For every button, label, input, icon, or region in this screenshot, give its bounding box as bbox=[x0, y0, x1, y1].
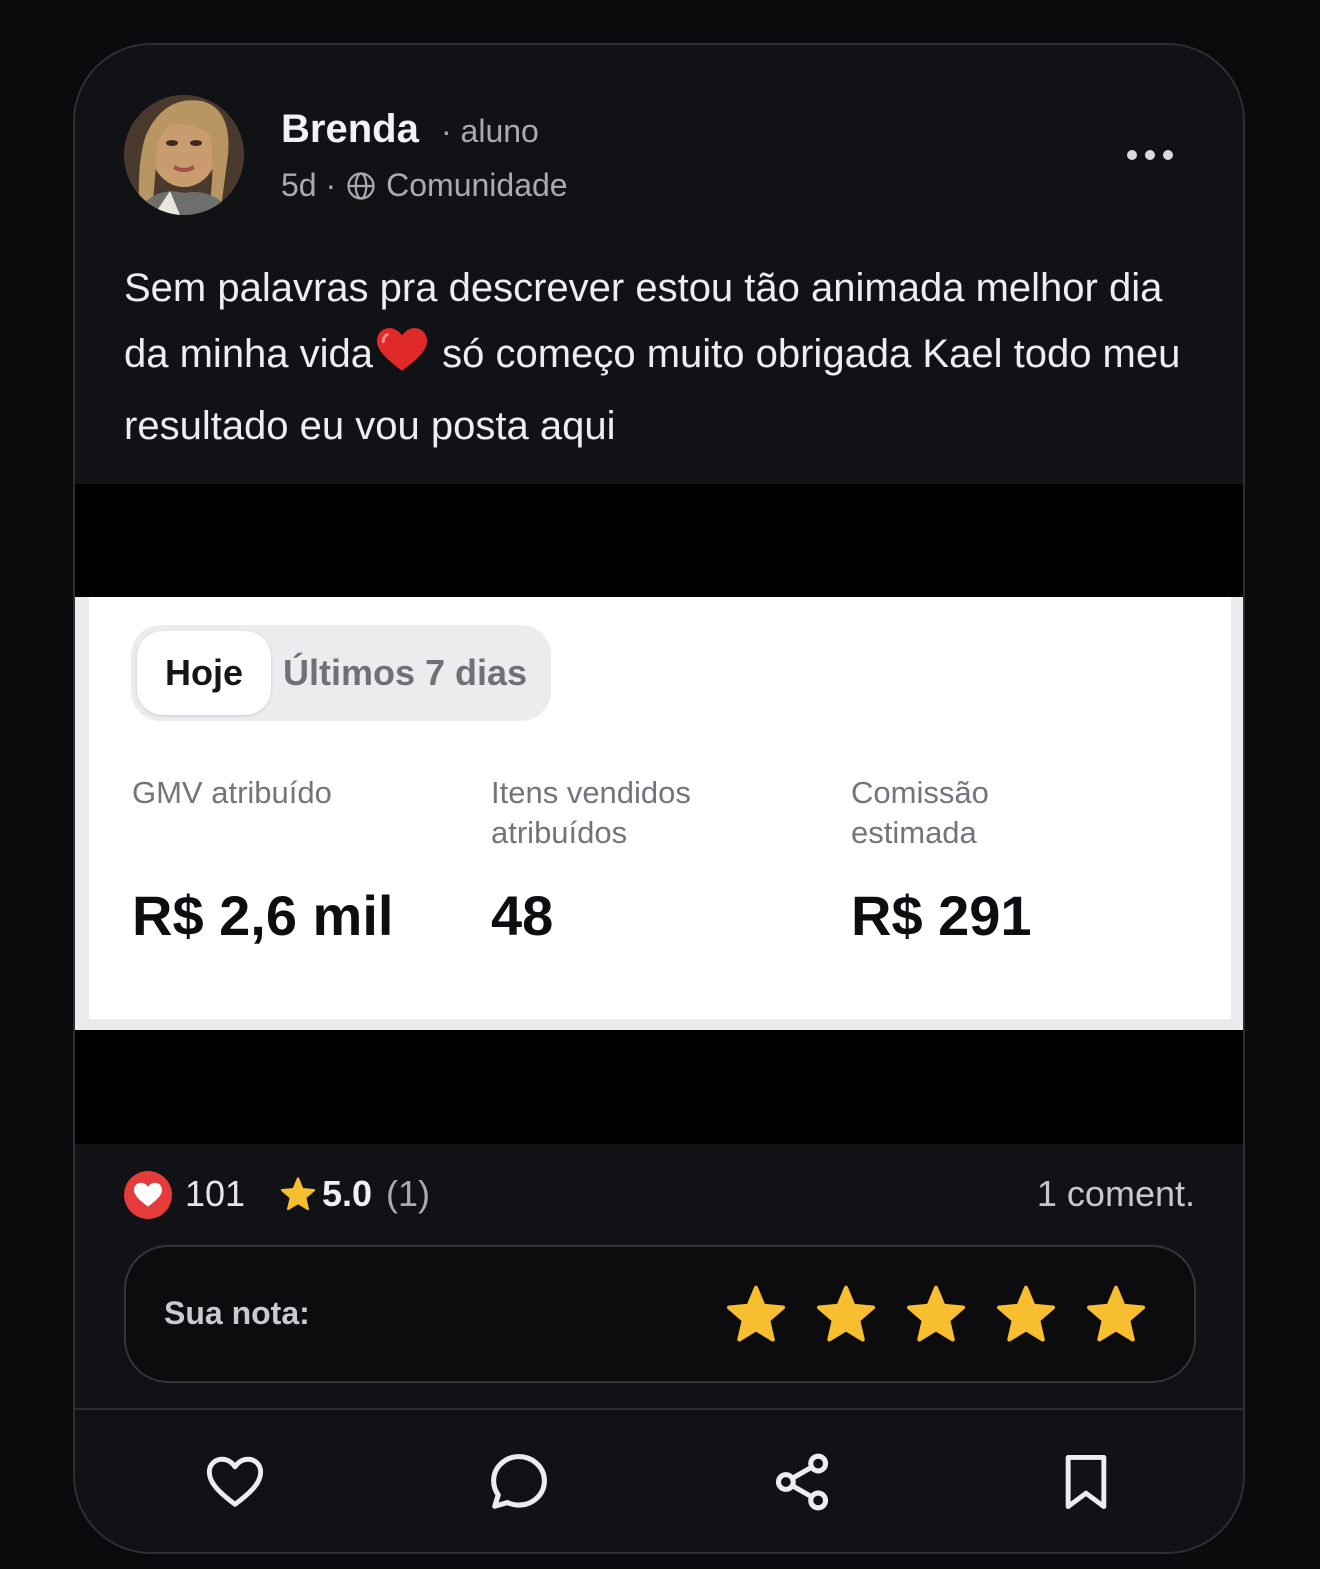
post-image[interactable]: Hoje Últimos 7 dias GMV atribuído R$ 2,6… bbox=[75, 484, 1243, 1144]
heart-outline-icon bbox=[206, 1455, 264, 1514]
rate-star-3-icon[interactable] bbox=[906, 1285, 966, 1345]
post-audience: Comunidade bbox=[386, 167, 568, 203]
rate-star-2-icon[interactable] bbox=[816, 1285, 876, 1345]
rate-star-4-icon[interactable] bbox=[996, 1285, 1056, 1345]
stat-gmv: GMV atribuído R$ 2,6 mil bbox=[132, 773, 462, 947]
stat-label: Itens vendidos atribuídos bbox=[491, 775, 691, 850]
tab-ultimos-7-dias: Últimos 7 dias bbox=[283, 652, 528, 693]
speech-bubble-icon bbox=[489, 1452, 549, 1517]
globe-icon bbox=[346, 171, 376, 201]
stat-label: GMV atribuído bbox=[132, 775, 332, 810]
author-role: · aluno bbox=[441, 113, 539, 149]
red-heart-emoji-icon bbox=[377, 327, 428, 393]
stat-items-sold: Itens vendidos atribuídos 48 bbox=[491, 773, 751, 947]
comment-button[interactable] bbox=[487, 1452, 551, 1516]
rating-count: (1) bbox=[386, 1173, 430, 1214]
rate-star-5-icon[interactable] bbox=[1086, 1285, 1146, 1345]
stat-label: Comissão estimada bbox=[851, 775, 989, 850]
rating-box: Sua nota: bbox=[124, 1245, 1196, 1383]
comment-count-link[interactable]: 1 coment. bbox=[1037, 1173, 1195, 1215]
post-text: Sem palavras pra descrever estou tão ani… bbox=[124, 255, 1204, 459]
stat-value: R$ 291 bbox=[851, 884, 1032, 947]
sales-dashboard-screenshot: Hoje Últimos 7 dias GMV atribuído R$ 2,6… bbox=[75, 597, 1243, 1030]
ellipsis-icon bbox=[1127, 150, 1137, 160]
post-card: Brenda · aluno 5d · Comunidade Sem palav… bbox=[73, 43, 1245, 1554]
like-button[interactable] bbox=[203, 1452, 267, 1516]
author-avatar[interactable] bbox=[124, 95, 244, 215]
author-name[interactable]: Brenda bbox=[281, 107, 419, 152]
rating-label: Sua nota: bbox=[164, 1295, 310, 1331]
tab-hoje: Hoje bbox=[137, 631, 271, 715]
post-time: 5d · bbox=[281, 167, 337, 203]
share-icon bbox=[772, 1452, 832, 1517]
share-button[interactable] bbox=[770, 1452, 834, 1516]
stat-value: 48 bbox=[491, 884, 554, 947]
stat-value: R$ 2,6 mil bbox=[132, 884, 394, 947]
post-meta: 5d · Comunidade bbox=[281, 167, 568, 204]
like-badge-icon bbox=[124, 1171, 172, 1219]
rate-star-1-icon[interactable] bbox=[726, 1285, 786, 1345]
save-button[interactable] bbox=[1054, 1452, 1118, 1516]
like-count[interactable]: 101 bbox=[185, 1173, 245, 1215]
stat-commission: Comissão estimada R$ 291 bbox=[851, 773, 1051, 947]
more-options-button[interactable] bbox=[1115, 135, 1185, 175]
divider bbox=[75, 1408, 1243, 1410]
star-icon bbox=[280, 1177, 316, 1216]
rating-average: 5.0 bbox=[322, 1173, 373, 1214]
bookmark-icon bbox=[1061, 1453, 1111, 1516]
period-selector: Hoje Últimos 7 dias bbox=[131, 625, 551, 721]
